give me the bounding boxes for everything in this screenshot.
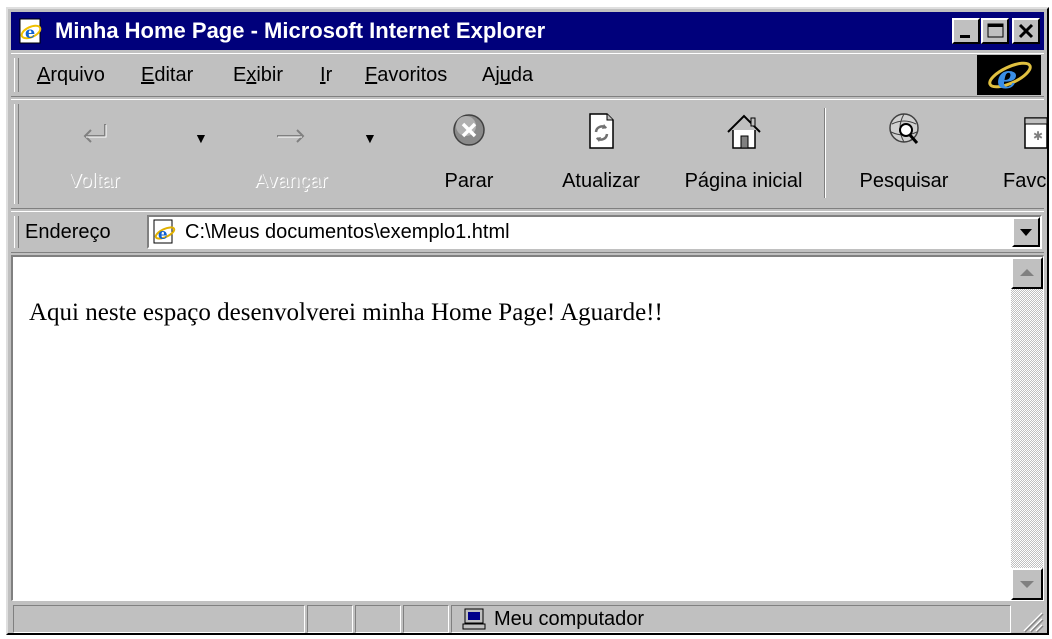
home-button[interactable]: Página inicial [671,104,816,204]
title-bar[interactable]: e Minha Home Page - Microsoft Internet E… [11,12,1044,50]
address-value[interactable]: C:\Meus documentos\exemplo1.html [185,221,510,244]
maximize-button[interactable] [981,18,1009,44]
computer-icon [462,608,486,630]
menu-ajuda[interactable]: Ajuda [482,64,533,87]
stop-button[interactable]: Parar [409,104,529,204]
forward-label: Avançar [254,170,328,192]
browser-window: e Minha Home Page - Microsoft Internet E… [6,7,1049,635]
stop-label: Parar [444,170,494,192]
toolbar-separator [824,108,826,198]
menu-editar[interactable]: Editar [141,64,193,87]
minimize-icon [960,35,970,38]
refresh-label: Atualizar [562,170,640,192]
svg-text:e: e [25,23,35,42]
window-title: Minha Home Page - Microsoft Internet Exp… [55,18,546,43]
scroll-down-button[interactable] [1011,568,1043,600]
status-pane [355,605,401,633]
page-viewport: Aqui neste espaço desenvolverei minha Ho… [11,255,1044,601]
address-bar: Endereço e C:\Meus documentos\exemplo1.h… [11,211,1044,253]
menu-bar: Arquivo Editar Exibir Ir Favoritos Ajuda… [11,53,1044,97]
standard-toolbar: Voltar ▼ Avançar ▼ Parar Atualizar Págin… [11,99,1047,209]
search-button[interactable]: Pesquisar [839,104,969,204]
favorites-folder-icon: ✱ [1024,117,1047,149]
status-pane [403,605,449,633]
ie-page-icon: e [19,18,42,44]
security-zone-label: Meu computador [494,608,645,630]
resize-grip-icon[interactable] [1020,609,1044,633]
down-arrow-icon [1020,581,1034,588]
search-label: Pesquisar [859,170,949,192]
address-grip[interactable] [14,216,19,248]
status-pane [307,605,353,633]
svg-text:✱: ✱ [1033,129,1043,143]
back-label: Voltar [68,170,120,192]
address-label: Endereço [25,221,111,243]
ie-page-icon: e [153,219,176,244]
menu-favoritos[interactable]: Favoritos [365,64,447,87]
ie-logo-icon: e [988,58,1032,96]
menu-ir[interactable]: Ir [320,64,332,87]
forward-button[interactable]: Avançar [226,104,356,204]
forward-arrow-icon [277,129,305,143]
menu-exibir[interactable]: Exibir [233,64,283,87]
status-message-pane [13,605,305,633]
security-zone-pane[interactable]: Meu computador [451,605,1011,633]
home-icon [726,114,761,149]
forward-dropdown-arrow[interactable]: ▼ [363,130,377,146]
close-icon [1018,23,1034,39]
address-field[interactable]: e C:\Meus documentos\exemplo1.html [147,215,1042,249]
address-dropdown-button[interactable] [1012,217,1040,247]
svg-text:e: e [158,225,168,243]
refresh-icon [589,113,614,149]
up-arrow-icon [1020,269,1034,276]
toolbar-grip[interactable] [14,104,19,204]
favorites-button[interactable]: ✱ Favc [1003,104,1047,204]
search-globe-icon [889,113,919,144]
scroll-up-button[interactable] [1011,257,1043,289]
minimize-button[interactable] [952,18,980,44]
home-label: Página inicial [684,170,803,192]
svg-text:e: e [997,58,1017,95]
vertical-scrollbar[interactable] [1011,257,1043,600]
menu-arquivo[interactable]: Arquivo [37,64,105,87]
stop-icon [453,114,485,146]
close-button[interactable] [1012,18,1040,44]
back-button[interactable]: Voltar [29,104,189,204]
back-arrow-icon [83,124,107,143]
dropdown-arrow-icon [1020,229,1032,236]
ie-logo-throbber[interactable]: e [977,55,1041,96]
refresh-button[interactable]: Atualizar [541,104,661,204]
maximize-icon [987,23,1004,38]
status-bar: Meu computador [11,603,1044,633]
favorites-label: Favc [1003,170,1047,192]
menu-grip[interactable] [14,58,19,92]
page-text: Aqui neste espaço desenvolverei minha Ho… [29,299,663,326]
back-dropdown-arrow[interactable]: ▼ [194,130,208,146]
